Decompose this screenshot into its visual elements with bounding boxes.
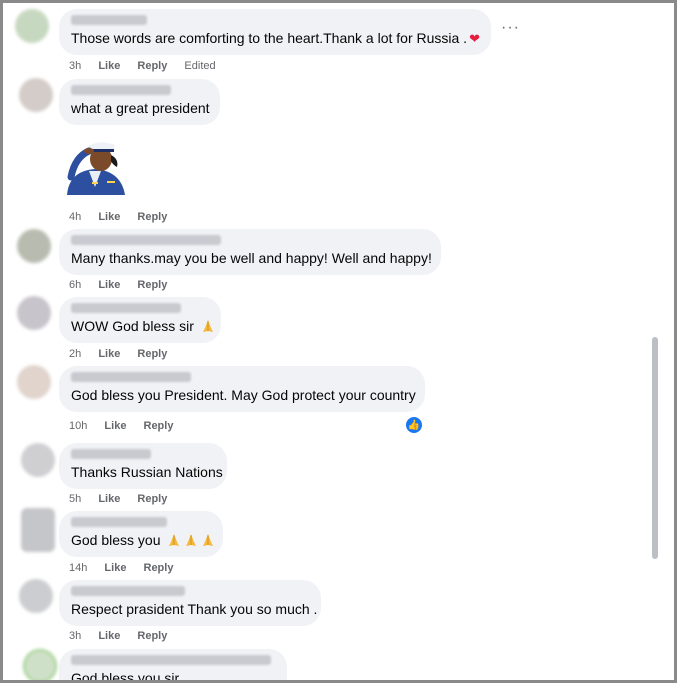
comment-actions: 4h Like Reply (69, 211, 181, 223)
comment-bubble: God bless you President. May God protect… (59, 366, 425, 412)
like-button[interactable]: Like (98, 211, 120, 223)
like-button[interactable]: Like (98, 493, 120, 505)
comment-bubble: God bless you (59, 511, 223, 557)
comment-time[interactable]: 3h (69, 60, 81, 72)
comment-time[interactable]: 2h (69, 348, 81, 360)
avatar[interactable] (17, 365, 51, 399)
comment-bubble: WOW God bless sir (59, 297, 221, 343)
author-name[interactable] (71, 372, 191, 382)
praying-hands-icon (169, 534, 180, 546)
comment-text: Respect prasident Thank you so much . (71, 601, 318, 617)
comment-actions: 3h Like Reply Edited (69, 60, 230, 72)
comment-text: Many thanks.may you be well and happy! W… (71, 250, 432, 266)
saluting-officer-sticker[interactable] (59, 137, 131, 199)
like-button[interactable]: Like (98, 60, 120, 72)
comment-actions: 5h Like Reply (69, 493, 181, 505)
reply-button[interactable]: Reply (137, 279, 167, 291)
author-name[interactable] (71, 15, 147, 25)
comment-time[interactable]: 10h (69, 420, 87, 432)
comment-text: God bless you sir (71, 670, 180, 683)
author-name[interactable] (71, 303, 181, 313)
comment-text: Those words are comforting to the heart.… (71, 30, 480, 46)
like-button[interactable]: Like (104, 562, 126, 574)
comment-actions: 6h Like Reply (69, 279, 181, 291)
comment-bubble: Those words are comforting to the heart.… (59, 9, 491, 55)
like-button[interactable]: Like (98, 279, 120, 291)
reply-button[interactable]: Reply (137, 211, 167, 223)
avatar[interactable] (21, 443, 55, 477)
avatar[interactable] (17, 296, 51, 330)
comment-actions: 10h Like Reply (69, 420, 187, 432)
comment-time[interactable]: 14h (69, 562, 87, 574)
comment-time[interactable]: 4h (69, 211, 81, 223)
avatar[interactable] (15, 9, 49, 43)
author-name[interactable] (71, 85, 171, 95)
praying-hands-icon (202, 320, 213, 332)
reply-button[interactable]: Reply (137, 348, 167, 360)
comment-text: WOW God bless sir (71, 318, 215, 334)
avatar[interactable] (19, 579, 53, 613)
praying-hands-icon (203, 534, 214, 546)
edited-label: Edited (184, 60, 216, 72)
comment-time[interactable]: 3h (69, 630, 81, 642)
praying-hands-icon (186, 534, 197, 546)
comment-bubble: Thanks Russian Nations (59, 443, 227, 489)
avatar[interactable] (23, 649, 57, 680)
reply-button[interactable]: Reply (144, 420, 174, 432)
author-name[interactable] (71, 517, 167, 527)
comments-panel: Those words are comforting to the heart.… (0, 0, 677, 683)
comment-text: what a great president (71, 100, 210, 116)
comment-actions: 2h Like Reply (69, 348, 181, 360)
reply-button[interactable]: Reply (144, 562, 174, 574)
scrollbar-thumb[interactable] (652, 337, 658, 559)
comment-bubble: what a great president (59, 79, 220, 125)
heart-icon: ❤ (469, 31, 480, 46)
comment-actions: 14h Like Reply (69, 562, 187, 574)
author-name[interactable] (71, 586, 185, 596)
like-button[interactable]: Like (98, 630, 120, 642)
author-name[interactable] (71, 449, 151, 459)
comment-text: God bless you President. May God protect… (71, 387, 416, 403)
avatar[interactable] (21, 508, 55, 552)
comment-time[interactable]: 5h (69, 493, 81, 505)
author-name[interactable] (71, 235, 221, 245)
author-name[interactable] (71, 655, 271, 665)
comment-text: Thanks Russian Nations (71, 464, 223, 480)
avatar[interactable] (17, 229, 51, 263)
reply-button[interactable]: Reply (137, 630, 167, 642)
comment-bubble: Respect prasident Thank you so much . (59, 580, 321, 626)
reply-button[interactable]: Reply (137, 493, 167, 505)
like-button[interactable]: Like (98, 348, 120, 360)
more-options-icon[interactable]: ··· (501, 19, 520, 37)
comment-text: God bless you (71, 532, 215, 548)
comment-bubble: Many thanks.may you be well and happy! W… (59, 229, 441, 275)
like-button[interactable]: Like (104, 420, 126, 432)
like-reaction-icon[interactable]: 👍 (405, 416, 423, 434)
comment-time[interactable]: 6h (69, 279, 81, 291)
comment-actions: 3h Like Reply (69, 630, 181, 642)
reply-button[interactable]: Reply (137, 60, 167, 72)
avatar[interactable] (19, 78, 53, 112)
comment-bubble: God bless you sir (59, 649, 287, 683)
